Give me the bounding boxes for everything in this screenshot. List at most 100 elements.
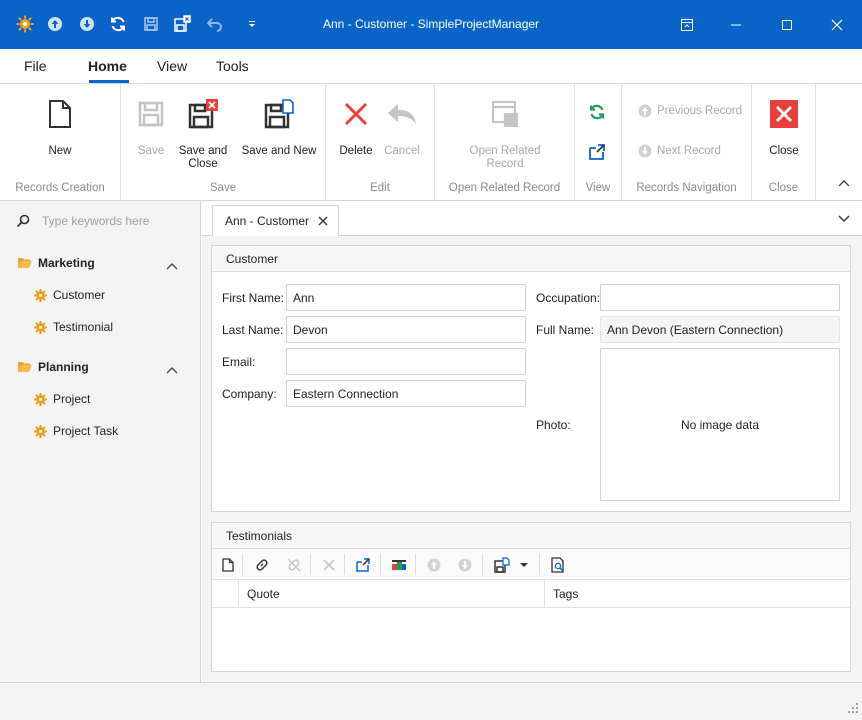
gear-icon [34, 288, 47, 302]
save-and-close-button[interactable]: Save and Close [177, 96, 229, 171]
toolbar-separator [539, 554, 540, 575]
previous-record-button[interactable]: Previous Record [638, 104, 742, 118]
full-name-field: Ann Devon (Eastern Connection) [600, 316, 840, 343]
group-caption: Save [209, 182, 237, 194]
new-button[interactable]: New [38, 96, 82, 158]
save-and-close-icon [177, 96, 229, 132]
collapse-planning-icon[interactable] [166, 363, 178, 377]
sidebar-group-marketing[interactable]: Marketing [18, 256, 95, 270]
collapse-marketing-icon[interactable] [166, 259, 178, 273]
link-icon[interactable] [252, 555, 272, 575]
close-button[interactable]: Close [762, 96, 806, 158]
previous-row-icon[interactable] [424, 555, 444, 575]
tab-home[interactable]: Home [88, 58, 127, 74]
maximize-icon[interactable] [772, 10, 802, 40]
group-caption: Records Creation [15, 182, 105, 194]
tab-view[interactable]: View [157, 58, 187, 74]
toolbar-separator [310, 554, 311, 575]
search-row-icon[interactable] [548, 555, 568, 575]
email-label: Email: [222, 355, 256, 369]
new-icon[interactable] [218, 555, 238, 575]
sidebar-search[interactable]: Type keywords here [16, 214, 149, 228]
cancel-button[interactable]: Cancel [382, 96, 422, 158]
search-icon [16, 214, 30, 228]
resize-grip-icon[interactable] [848, 702, 858, 716]
folder-open-icon [18, 258, 32, 268]
next-record-qa-icon[interactable] [76, 13, 98, 35]
group-caption: Open Related Record [448, 182, 561, 194]
customize-qa-icon[interactable] [241, 13, 263, 35]
save-qa-icon[interactable] [140, 13, 162, 35]
group-caption: View [585, 182, 611, 194]
save-and-close-qa-icon[interactable] [171, 13, 193, 35]
tab-file[interactable]: File [24, 58, 47, 74]
photo-label: Photo: [536, 418, 571, 432]
minimize-icon[interactable] [721, 10, 751, 40]
collapse-ribbon-icon[interactable] [838, 176, 850, 190]
document-tab-strip: Ann - Customer [202, 201, 862, 237]
group-view: View [575, 84, 622, 200]
delete-button[interactable]: Delete [336, 96, 376, 158]
gear-icon [34, 320, 47, 334]
gear-icon [34, 392, 47, 406]
tab-tools[interactable]: Tools [216, 58, 249, 74]
occupation-field[interactable] [600, 284, 840, 311]
previous-record-qa-icon[interactable] [44, 13, 66, 35]
company-field[interactable]: Eastern Connection [286, 380, 526, 407]
save-and-new-button[interactable]: Save and New [237, 96, 321, 158]
undo-icon [382, 96, 422, 132]
group-records-navigation: Previous Record Next Record Records Navi… [622, 84, 752, 200]
refresh-qa-icon[interactable] [107, 13, 129, 35]
close-tab-icon[interactable] [318, 215, 328, 229]
open-related-record-button[interactable]: Open Related Record [460, 96, 550, 171]
ribbon-display-options-icon[interactable] [672, 10, 702, 40]
delete-row-icon[interactable] [319, 555, 339, 575]
email-field[interactable] [286, 348, 526, 375]
photo-box[interactable]: No image data [600, 348, 840, 501]
column-header-tags[interactable]: Tags [545, 580, 850, 608]
first-name-field[interactable]: Ann [286, 284, 526, 311]
sidebar-group-planning[interactable]: Planning [18, 360, 89, 374]
company-label: Company: [222, 387, 277, 401]
document-tab[interactable]: Ann - Customer [212, 205, 339, 237]
group-caption: Close [768, 182, 799, 194]
last-name-label: Last Name: [222, 323, 284, 337]
app-logo-icon [14, 13, 36, 35]
show-in-popup-icon[interactable] [353, 555, 373, 575]
close-window-icon[interactable] [822, 10, 852, 40]
save-and-new-icon [237, 96, 321, 132]
toolbar-separator [415, 554, 416, 575]
export-icon[interactable] [389, 555, 409, 575]
customer-panel: Customer First Name: Ann Last Name: Devo… [211, 245, 851, 512]
sidebar-item-customer[interactable]: Customer [34, 288, 105, 302]
next-record-button[interactable]: Next Record [638, 144, 721, 158]
search-input[interactable]: Type keywords here [42, 214, 149, 228]
chevron-down-icon[interactable] [517, 555, 531, 575]
unlink-icon[interactable] [284, 555, 304, 575]
first-name-label: First Name: [222, 291, 285, 305]
refresh-icon[interactable] [588, 103, 606, 124]
gear-icon [34, 424, 47, 438]
group-save: Save Save and Close Save and New Save [121, 84, 326, 200]
column-header-quote[interactable]: Quote [239, 580, 545, 608]
group-records-creation: New Records Creation [0, 84, 121, 200]
group-open-related-record: Open Related Record Open Related Record [435, 84, 575, 200]
next-row-icon[interactable] [455, 555, 475, 575]
sidebar-item-project-task[interactable]: Project Task [34, 424, 118, 438]
sidebar-item-project[interactable]: Project [34, 392, 90, 406]
last-name-field[interactable]: Devon [286, 316, 526, 343]
full-name-label: Full Name: [536, 323, 595, 337]
save-and-new-row-icon[interactable] [492, 555, 512, 575]
folder-open-icon [18, 362, 32, 372]
active-tab-indicator [89, 80, 129, 83]
undo-qa-icon[interactable] [203, 13, 225, 35]
testimonials-toolbar [212, 549, 850, 580]
show-in-popup-icon[interactable] [588, 143, 606, 164]
group-caption: Edit [370, 182, 390, 194]
tab-list-dropdown-icon[interactable] [838, 212, 850, 226]
save-button[interactable]: Save [131, 96, 171, 158]
row-indicator-header [212, 580, 239, 608]
group-edit: Delete Cancel Edit [326, 84, 435, 200]
navigation-sidebar: Type keywords here Marketing Customer Te… [0, 201, 201, 682]
sidebar-item-testimonial[interactable]: Testimonial [34, 320, 113, 334]
